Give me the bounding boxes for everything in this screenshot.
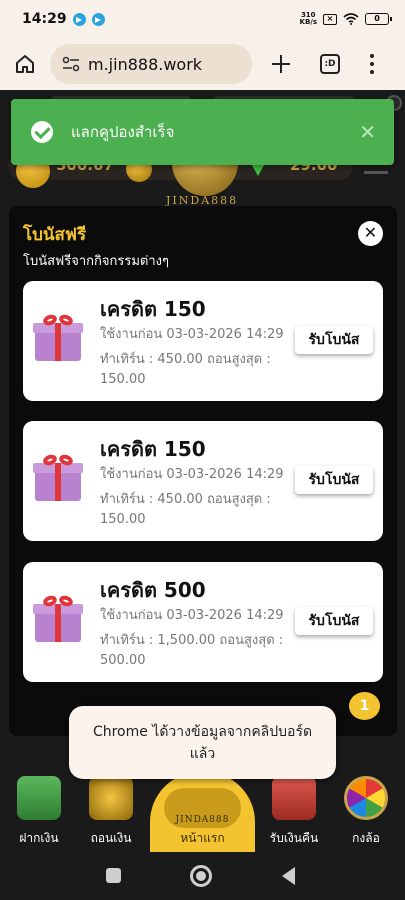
home-logo-icon: JINDA888 xyxy=(164,788,241,828)
network-speed: 310 KB/s xyxy=(299,11,317,26)
browser-menu-button[interactable] xyxy=(370,54,374,74)
bonus-card: เครดิต 150 ใช้งานก่อน 03-03-2026 14:29 ท… xyxy=(23,281,383,401)
bonus-card: เครดิต 500 ใช้งานก่อน 03-03-2026 14:29 ท… xyxy=(23,562,383,682)
toast-close-icon[interactable]: ✕ xyxy=(359,120,376,144)
bonus-turnover: ทำเทิร์น : 450.00 ถอนสูงสุด : xyxy=(100,492,271,507)
recents-button[interactable] xyxy=(106,868,121,883)
modal-title: โบนัสฟรี xyxy=(23,225,87,245)
gift-icon xyxy=(33,452,83,501)
nav-wheel[interactable]: กงล้อ xyxy=(327,770,405,852)
system-nav-bar xyxy=(0,852,405,900)
notification-badge[interactable]: 1 xyxy=(349,692,380,720)
bonus-title: เครดิต 150 xyxy=(100,437,206,461)
nav-cashback[interactable]: รับเงินคืน xyxy=(255,770,333,852)
tab-switcher-button[interactable]: :D xyxy=(320,54,340,74)
status-bar: 14:29 310 KB/s × 0 xyxy=(0,0,405,38)
claim-bonus-button[interactable]: รับโบนัส xyxy=(295,466,373,494)
url-text: m.jin888.work xyxy=(88,54,203,74)
clipboard-toast: Chrome ได้วางข้อมูลจากคลิปบอร์ดแล้ว xyxy=(69,706,336,779)
bonus-expiry: ใช้งานก่อน 03-03-2026 14:29 xyxy=(100,327,284,342)
new-tab-button[interactable] xyxy=(270,53,292,75)
bonus-max-withdraw: 150.00 xyxy=(100,512,146,527)
bottom-nav: ฝากเงิน ถอนเงิน JINDA888 หน้าแรก รับเงิน… xyxy=(0,770,405,852)
cashback-gift-icon xyxy=(272,776,316,820)
back-button[interactable] xyxy=(282,867,295,885)
wheel-icon xyxy=(344,776,388,820)
bonus-expiry: ใช้งานก่อน 03-03-2026 14:29 xyxy=(100,608,284,623)
nav-withdraw[interactable]: ถอนเงิน xyxy=(72,770,150,852)
battery-icon: 0 xyxy=(365,13,392,25)
coins-icon xyxy=(89,776,133,820)
address-bar[interactable]: m.jin888.work xyxy=(50,44,252,84)
nav-deposit[interactable]: ฝากเงิน xyxy=(0,770,78,852)
free-bonus-modal: โบนัสฟรี โบนัสฟรีจากกิจกรรมต่างๆ ✕ เครดิ… xyxy=(9,206,397,736)
home-button[interactable] xyxy=(12,51,38,77)
telegram-icon xyxy=(91,12,105,26)
telegram-icon xyxy=(72,12,86,26)
home-icon xyxy=(16,55,34,73)
success-toast: แลกคูปองสำเร็จ ✕ xyxy=(11,99,394,165)
system-home-button[interactable] xyxy=(190,865,212,887)
gift-icon xyxy=(33,593,83,642)
status-time: 14:29 xyxy=(22,11,67,27)
wifi-icon xyxy=(343,13,359,25)
bonus-max-withdraw: 500.00 xyxy=(100,653,146,668)
bonus-expiry: ใช้งานก่อน 03-03-2026 14:29 xyxy=(100,467,284,482)
claim-bonus-button[interactable]: รับโบนัส xyxy=(295,607,373,635)
money-icon xyxy=(17,776,61,820)
bonus-title: เครดิต 500 xyxy=(100,578,206,602)
site-settings-icon[interactable] xyxy=(62,56,80,72)
bonus-turnover: ทำเทิร์น : 1,500.00 ถอนสูงสุด : xyxy=(100,633,284,648)
gift-icon xyxy=(33,312,83,361)
clipboard-toast-text: Chrome ได้วางข้อมูลจากคลิปบอร์ดแล้ว xyxy=(92,723,313,762)
no-sim-icon: × xyxy=(323,13,337,25)
browser-toolbar: m.jin888.work :D xyxy=(0,38,405,90)
bonus-turnover: ทำเทิร์น : 450.00 ถอนสูงสุด : xyxy=(100,352,271,367)
modal-subtitle: โบนัสฟรีจากกิจกรรมต่างๆ xyxy=(23,254,169,269)
modal-close-button[interactable]: ✕ xyxy=(358,221,383,246)
bonus-card: เครดิต 150 ใช้งานก่อน 03-03-2026 14:29 ท… xyxy=(23,421,383,541)
bonus-max-withdraw: 150.00 xyxy=(100,372,146,387)
claim-bonus-button[interactable]: รับโบนัส xyxy=(295,326,373,354)
bonus-title: เครดิต 150 xyxy=(100,297,206,321)
toast-message: แลกคูปองสำเร็จ xyxy=(71,123,175,141)
check-circle-icon xyxy=(31,121,53,143)
nav-home[interactable]: JINDA888 หน้าแรก xyxy=(150,772,255,852)
